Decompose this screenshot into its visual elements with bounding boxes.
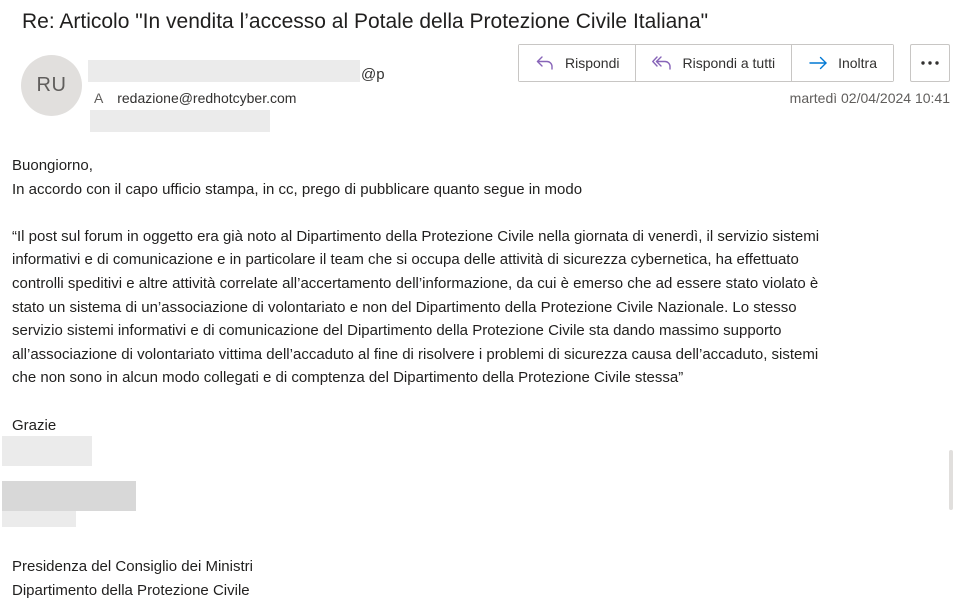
redacted-signature-title	[2, 481, 136, 511]
sender-address-suffix[interactable]: @p	[361, 66, 385, 83]
quote-line: informativi e di comunicazione e in part…	[12, 251, 799, 269]
message-actions: Rispondi Rispondi a tutti Inoltra	[518, 44, 895, 82]
quote-line: “Il post sul forum in oggetto era già no…	[12, 227, 820, 245]
more-ellipsis-icon	[921, 61, 939, 65]
greeting-text: Buongiorno,	[12, 157, 93, 174]
quote-line: controlli speditivi e altre attività cor…	[12, 274, 819, 292]
reply-all-icon	[652, 56, 672, 70]
redacted-signature-name	[2, 436, 92, 466]
forward-label: Inoltra	[838, 55, 878, 71]
scrollbar-thumb[interactable]	[949, 450, 953, 510]
signature-org-line1: Presidenza del Consiglio dei Ministri	[12, 558, 253, 575]
message-body: Buongiorno, In accordo con il capo uffic…	[12, 154, 942, 437]
recipient-address[interactable]: redazione@redhotcyber.com	[117, 90, 296, 106]
intro-text: In accordo con il capo ufficio stampa, i…	[12, 180, 583, 198]
email-subject: Re: Articolo "In vendita l’accesso al Po…	[22, 10, 709, 33]
more-actions-button[interactable]	[910, 44, 950, 82]
reply-all-button[interactable]: Rispondi a tutti	[636, 45, 793, 81]
forward-button[interactable]: Inoltra	[792, 45, 894, 81]
reply-icon	[536, 56, 553, 70]
quote-line: che non sono in alcun modo collegati e d…	[12, 369, 684, 387]
closing-text: Grazie	[12, 416, 57, 434]
quote-line: stato un sistema di un’associazione di v…	[12, 298, 797, 316]
signature-org-line2: Dipartimento della Protezione Civile	[12, 582, 250, 599]
to-label: A	[94, 90, 104, 106]
quote-line: servizio sistemi informativi e di comuni…	[12, 322, 782, 340]
reply-label: Rispondi	[565, 55, 620, 71]
redacted-cc-recipients	[90, 110, 270, 132]
reply-button[interactable]: Rispondi	[519, 45, 637, 81]
sender-avatar[interactable]: RU	[21, 55, 82, 116]
recipient-row: A redazione@redhotcyber.com	[94, 90, 296, 106]
quote-line: all’associazione di volontariato vittima…	[12, 345, 819, 363]
message-date: martedì 02/04/2024 10:41	[789, 90, 950, 106]
forward-arrow-icon	[809, 56, 827, 70]
redacted-sender-name	[88, 60, 360, 82]
vertical-scrollbar[interactable]	[948, 130, 954, 610]
reply-all-label: Rispondi a tutti	[682, 55, 776, 71]
avatar-initials: RU	[36, 74, 67, 96]
redacted-signature-extra	[2, 511, 76, 527]
